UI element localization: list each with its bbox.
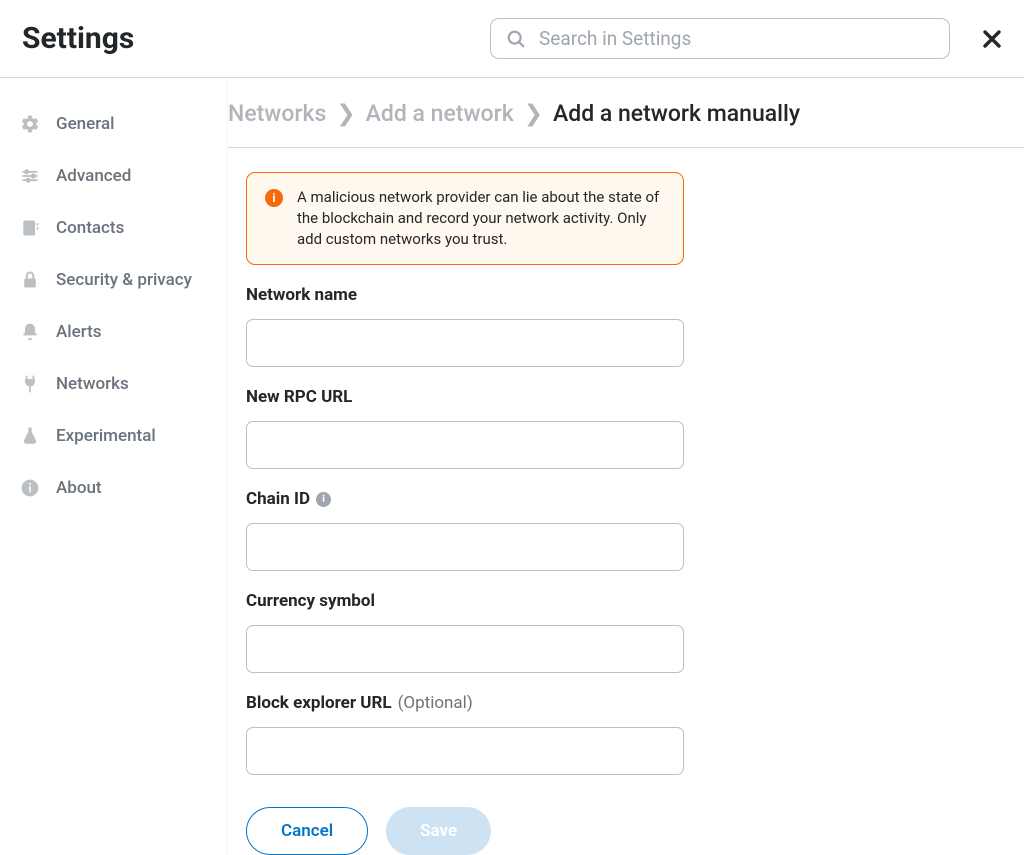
network-name-label: Network name	[246, 285, 684, 305]
sidebar-item-label: Alerts	[56, 322, 102, 342]
sidebar-item-label: Networks	[56, 374, 129, 394]
search-input[interactable]	[539, 27, 935, 50]
chevron-right-icon: ❯	[524, 100, 543, 127]
warning-icon: i	[265, 189, 283, 207]
main-content: Networks ❯ Add a network ❯ Add a network…	[228, 78, 1024, 855]
sidebar-item-about[interactable]: About	[0, 462, 227, 514]
sidebar-item-label: General	[56, 114, 114, 134]
warning-text: A malicious network provider can lie abo…	[297, 187, 665, 250]
save-button[interactable]: Save	[386, 807, 491, 855]
rpc-url-label: New RPC URL	[246, 387, 684, 407]
rpc-url-input[interactable]	[246, 421, 684, 469]
network-name-input[interactable]	[246, 319, 684, 367]
block-explorer-input[interactable]	[246, 727, 684, 775]
sidebar-item-label: Experimental	[56, 426, 156, 446]
settings-search[interactable]	[490, 18, 950, 59]
plug-icon	[20, 374, 40, 394]
chevron-right-icon: ❯	[336, 100, 355, 127]
info-icon	[20, 478, 40, 498]
sidebar-item-label: About	[56, 478, 102, 498]
sidebar-item-label: Advanced	[56, 166, 131, 186]
sidebar-item-experimental[interactable]: Experimental	[0, 410, 227, 462]
page-title: Settings	[22, 21, 134, 56]
sidebar-item-advanced[interactable]: Advanced	[0, 150, 227, 202]
breadcrumb: Networks ❯ Add a network ❯ Add a network…	[228, 100, 1024, 148]
cancel-button[interactable]: Cancel	[246, 807, 368, 855]
sidebar-item-label: Contacts	[56, 218, 124, 238]
sidebar-item-general[interactable]: General	[0, 98, 227, 150]
chain-id-input[interactable]	[246, 523, 684, 571]
contacts-icon	[20, 218, 40, 238]
info-tooltip-icon[interactable]: i	[316, 492, 331, 507]
settings-sidebar: General Advanced Contacts Security & pri…	[0, 78, 228, 855]
breadcrumb-add-network[interactable]: Add a network	[366, 100, 514, 127]
lock-icon	[20, 270, 40, 290]
chain-id-label: Chain ID i	[246, 489, 684, 509]
sliders-icon	[20, 166, 40, 186]
close-icon[interactable]	[980, 27, 1004, 51]
sidebar-item-contacts[interactable]: Contacts	[0, 202, 227, 254]
sidebar-item-label: Security & privacy	[56, 270, 192, 290]
breadcrumb-current: Add a network manually	[553, 100, 800, 127]
search-icon	[505, 28, 527, 50]
currency-symbol-input[interactable]	[246, 625, 684, 673]
sidebar-item-networks[interactable]: Networks	[0, 358, 227, 410]
gear-icon	[20, 114, 40, 134]
settings-header: Settings	[0, 0, 1024, 78]
currency-symbol-label: Currency symbol	[246, 591, 684, 611]
block-explorer-label: Block explorer URL (Optional)	[246, 693, 684, 713]
bell-icon	[20, 322, 40, 342]
breadcrumb-networks[interactable]: Networks	[228, 100, 326, 127]
sidebar-item-security[interactable]: Security & privacy	[0, 254, 227, 306]
sidebar-item-alerts[interactable]: Alerts	[0, 306, 227, 358]
flask-icon	[20, 426, 40, 446]
warning-banner: i A malicious network provider can lie a…	[246, 172, 684, 265]
